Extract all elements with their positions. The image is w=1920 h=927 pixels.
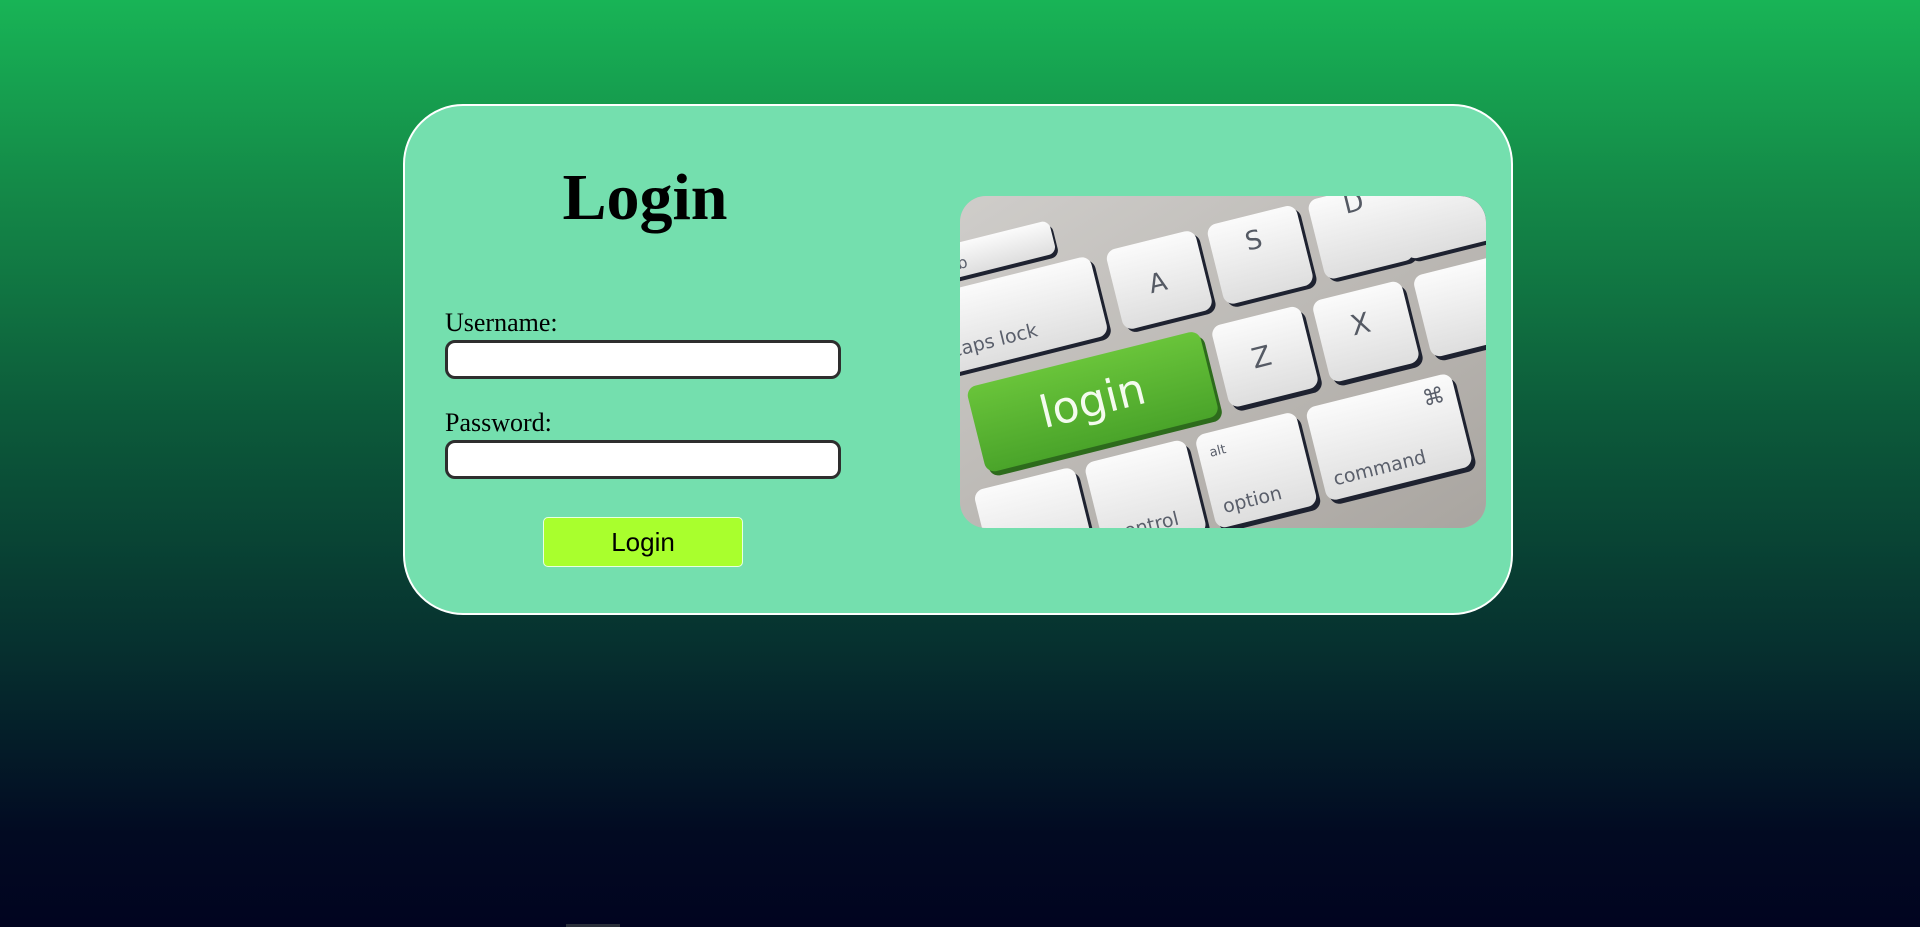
page-title: Login <box>562 161 728 234</box>
keyboard-image: Tab caps lock A S D login Z X control al… <box>960 196 1486 528</box>
keyboard-illustration: Tab caps lock A S D login Z X control al… <box>960 196 1486 528</box>
password-label: Password: <box>445 408 552 437</box>
username-label: Username: <box>445 308 558 337</box>
username-field[interactable] <box>445 340 841 379</box>
password-field[interactable] <box>445 440 841 479</box>
login-button[interactable]: Login <box>543 517 743 567</box>
login-form: Login Username: Password: Login <box>445 106 845 613</box>
login-card: Login Username: Password: Login Tab caps… <box>403 104 1513 615</box>
